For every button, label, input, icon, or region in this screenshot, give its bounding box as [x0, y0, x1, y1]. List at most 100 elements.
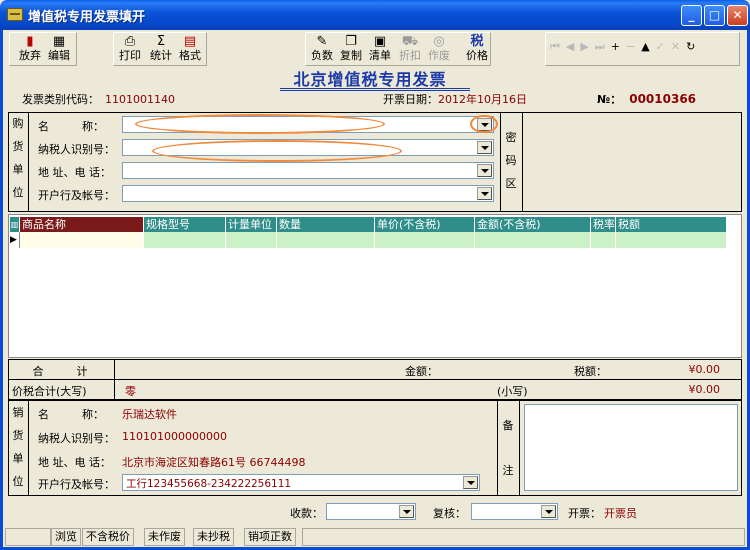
- table-cell[interactable]: [475, 232, 591, 248]
- up-icon[interactable]: ▲: [641, 40, 655, 53]
- items-table[interactable]: ▥ 商品名称 规格型号 计量单位 数量 单价(不含税) 金额(不含税) 税率 税…: [8, 214, 742, 358]
- cancel-icon[interactable]: ✕: [671, 40, 686, 53]
- status-cell-empty: [5, 528, 51, 546]
- minimize-button[interactable]: _: [681, 5, 702, 26]
- issuer-value: 开票员: [604, 507, 637, 520]
- chevron-down-icon[interactable]: [399, 505, 414, 518]
- abandon-button[interactable]: ▮ 放弃: [17, 34, 43, 64]
- delete-record-icon[interactable]: −: [626, 40, 641, 53]
- confirm-icon[interactable]: ✓: [656, 40, 671, 53]
- buyer-address-field[interactable]: [122, 162, 494, 179]
- col-header-price[interactable]: 单价(不含税): [375, 217, 475, 232]
- table-cell[interactable]: [226, 232, 277, 248]
- buyer-side-label-1: 购: [12, 117, 24, 130]
- invoice-date: 开票日期：2012年10月16日: [383, 93, 527, 106]
- window-title: 增值税专用发票填开: [28, 10, 146, 25]
- col-header-name[interactable]: 商品名称: [20, 217, 144, 232]
- close-button[interactable]: ✕: [727, 5, 748, 26]
- seller-side-label-2: 货: [12, 429, 24, 442]
- total-label: 合 计: [32, 365, 88, 378]
- buyer-side-label-2: 货: [12, 140, 24, 153]
- buyer-name-label: 名 称：: [38, 120, 104, 133]
- table-cell[interactable]: [375, 232, 475, 248]
- seller-side-label-1: 销: [12, 406, 24, 419]
- chevron-down-icon[interactable]: [463, 476, 478, 489]
- refresh-icon[interactable]: ↻: [686, 40, 701, 53]
- col-header-rate[interactable]: 税率: [591, 217, 616, 232]
- seller-taxid-label: 纳税人识别号：: [38, 432, 115, 445]
- void-button[interactable]: ◎ 作废: [426, 34, 452, 64]
- table-cell[interactable]: [277, 232, 375, 248]
- buyer-taxid-label: 纳税人识别号：: [38, 143, 115, 156]
- tax-label: 税额：: [574, 365, 607, 378]
- grid-header-corner: ▥: [10, 217, 20, 232]
- negative-button[interactable]: ✎ 负数: [309, 34, 335, 64]
- highlight-oval-name: [135, 114, 385, 134]
- status-copy-tax: 未抄税: [193, 528, 234, 546]
- table-cell[interactable]: [144, 232, 226, 248]
- record-navigator[interactable]: ⏮◀▶⏭+−▲✓✕↻: [550, 40, 701, 54]
- seller-bank-label: 开户行及帐号：: [38, 478, 115, 491]
- buyer-bank-field[interactable]: [122, 185, 494, 202]
- table-cell[interactable]: [591, 232, 616, 248]
- chevron-down-icon[interactable]: [477, 164, 492, 177]
- next-record-icon[interactable]: ▶: [580, 40, 594, 53]
- payee-label: 收款：: [290, 507, 323, 520]
- void-icon: ◎: [433, 34, 445, 49]
- reviewer-select[interactable]: [471, 503, 558, 520]
- format-button[interactable]: ▤ 格式: [177, 34, 203, 64]
- title-bar: 增值税专用发票填开 _ □ ✕: [0, 0, 750, 30]
- invoice-type-code: 发票类别代码： 1101001140: [22, 93, 175, 106]
- invoice-title: 北京增值税专用发票: [293, 70, 447, 89]
- seller-name-label: 名 称：: [38, 408, 104, 421]
- col-header-qty[interactable]: 数量: [277, 217, 375, 232]
- title-underline: [280, 88, 470, 89]
- col-header-tax[interactable]: 税额: [616, 217, 727, 232]
- table-cell[interactable]: [20, 232, 144, 248]
- last-record-icon[interactable]: ⏭: [595, 40, 611, 53]
- first-record-icon[interactable]: ⏮: [550, 40, 566, 53]
- payee-select[interactable]: [326, 503, 416, 520]
- seller-name-value: 乐瑞达软件: [122, 408, 177, 421]
- tax-icon: 税: [470, 34, 484, 49]
- sum-lower-value: ¥0.00: [688, 383, 721, 396]
- list-button[interactable]: ▣ 清单: [367, 34, 393, 64]
- status-void: 未作废: [144, 528, 185, 546]
- chevron-down-icon[interactable]: [541, 505, 556, 518]
- col-header-unit[interactable]: 计量单位: [226, 217, 277, 232]
- statistics-button[interactable]: Σ 统计: [148, 34, 174, 64]
- seller-address-label: 地 址、电 话：: [38, 456, 111, 469]
- print-button[interactable]: ⎙ 打印: [117, 34, 143, 64]
- chevron-down-icon[interactable]: [477, 141, 492, 154]
- add-record-icon[interactable]: +: [611, 40, 626, 53]
- buyer-side-label-4: 位: [12, 186, 24, 199]
- col-header-spec[interactable]: 规格型号: [144, 217, 226, 232]
- remarks-label-2: 注: [502, 464, 514, 477]
- edit-button[interactable]: ▦ 编辑: [46, 34, 72, 64]
- highlight-oval-taxid: [152, 140, 402, 162]
- abandon-icon: ▮: [26, 34, 34, 49]
- seller-side-label-4: 位: [12, 475, 24, 488]
- copy-button[interactable]: ❐ 复制: [338, 34, 364, 64]
- remarks-textarea[interactable]: [524, 404, 738, 491]
- table-cell[interactable]: [616, 232, 727, 248]
- amount-label: 金额：: [405, 365, 438, 378]
- sum-upper-label: 价税合计(大写): [12, 385, 87, 398]
- buyer-side-label-3: 单: [12, 163, 24, 176]
- status-cell-rest: [302, 528, 745, 546]
- printer-icon: ⎙: [124, 34, 136, 49]
- chevron-down-icon[interactable]: [477, 187, 492, 200]
- seller-side-label-3: 单: [12, 452, 24, 465]
- total-tax-value: ¥0.00: [688, 363, 721, 376]
- highlight-oval-dropdown: [470, 115, 498, 133]
- status-price-type: 不含税价: [82, 528, 134, 546]
- maximize-button[interactable]: □: [704, 5, 725, 26]
- seller-bank-field[interactable]: 工行123455668-234222256111: [122, 474, 480, 491]
- seller-address-value: 北京市海淀区知春路61号 66744498: [122, 456, 306, 469]
- price-button[interactable]: 税 价格: [464, 34, 490, 64]
- discount-icon: ⛟: [401, 34, 419, 49]
- prev-record-icon[interactable]: ◀: [566, 40, 580, 53]
- col-header-amount[interactable]: 金额(不含税): [475, 217, 591, 232]
- discount-button[interactable]: ⛟ 折扣: [397, 34, 423, 64]
- row-pointer-icon: ▶: [10, 232, 20, 248]
